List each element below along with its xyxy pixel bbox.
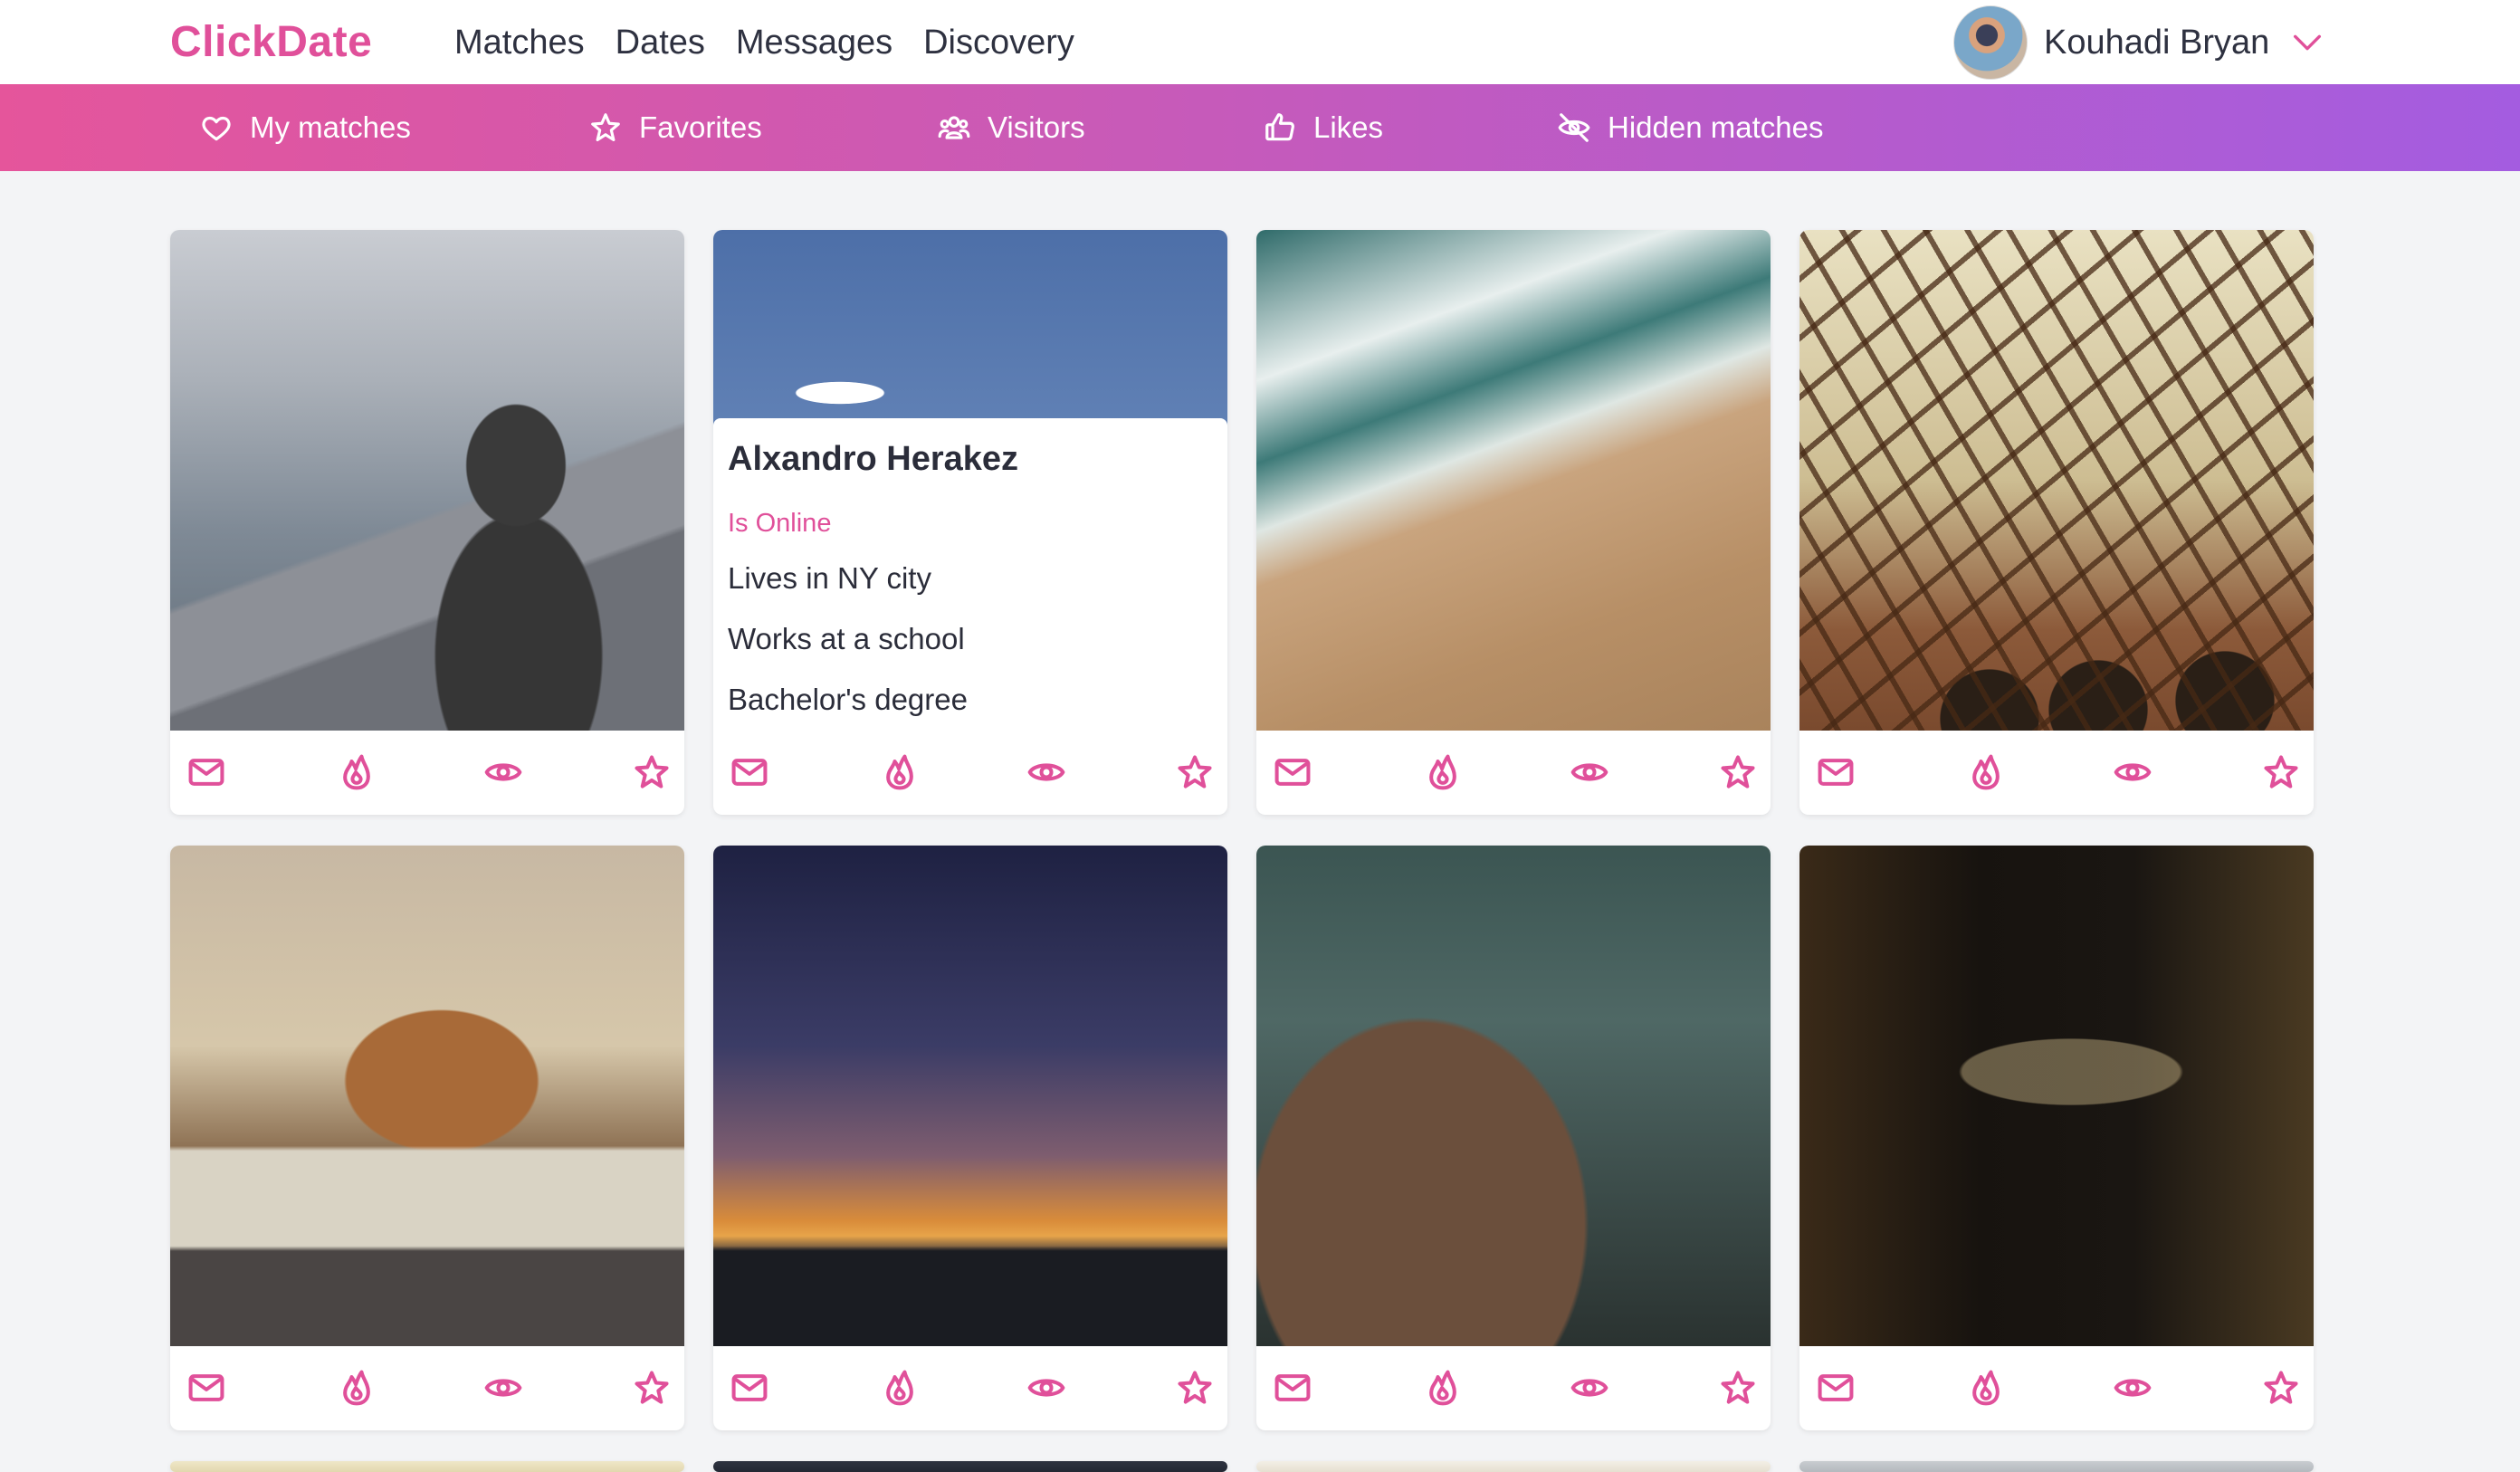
match-photo[interactable] (1256, 846, 1771, 1346)
nav-messages[interactable]: Messages (736, 11, 892, 74)
match-card[interactable] (170, 846, 684, 1430)
card-actions (1256, 731, 1771, 815)
avatar[interactable] (1953, 5, 2028, 80)
mail-icon[interactable] (185, 1366, 228, 1410)
match-card[interactable] (713, 1461, 1227, 1472)
match-photo[interactable] (1799, 230, 2314, 731)
fire-icon[interactable] (1421, 750, 1465, 794)
card-actions (1799, 731, 2314, 815)
mail-icon[interactable] (1271, 750, 1314, 794)
heart-icon (202, 116, 231, 141)
match-photo[interactable] (1256, 230, 1771, 731)
eye-icon[interactable] (2111, 750, 2154, 794)
mail-icon[interactable] (185, 750, 228, 794)
eye-icon[interactable] (2111, 1366, 2154, 1410)
card-actions (713, 1346, 1227, 1430)
subnav-hidden-matches[interactable]: Hidden matches (1557, 84, 1823, 171)
top-bar: ClickDate Matches Dates Messages Discove… (0, 0, 2520, 84)
eye-icon[interactable] (1568, 1366, 1611, 1410)
eye-off-icon (1558, 113, 1590, 142)
subnav-my-matches[interactable]: My matches (199, 84, 411, 171)
fire-icon[interactable] (335, 750, 378, 794)
match-photo[interactable] (170, 230, 684, 731)
subnav-favorites[interactable]: Favorites (588, 84, 762, 171)
match-card[interactable] (1256, 1461, 1771, 1472)
fire-icon[interactable] (1964, 750, 2008, 794)
eye-icon[interactable] (1568, 750, 1611, 794)
thumbs-up-icon (1265, 113, 1294, 141)
mail-icon[interactable] (1814, 750, 1857, 794)
top-nav: Matches Dates Messages Discovery (454, 11, 1105, 74)
star-icon[interactable] (630, 1366, 673, 1410)
star-icon[interactable] (1173, 750, 1217, 794)
fire-icon[interactable] (1421, 1366, 1465, 1410)
star-icon[interactable] (2259, 1366, 2303, 1410)
match-photo[interactable] (1799, 846, 2314, 1346)
users-icon (938, 116, 970, 139)
card-actions (713, 731, 1227, 815)
fire-icon[interactable] (1964, 1366, 2008, 1410)
mail-icon[interactable] (1271, 1366, 1314, 1410)
user-menu[interactable]: Kouhadi Bryan (1953, 5, 2325, 81)
fire-icon[interactable] (878, 1366, 921, 1410)
nav-matches[interactable]: Matches (454, 11, 585, 74)
card-actions (170, 1346, 684, 1430)
profile-detail-education: Bachelor's degree (728, 683, 968, 716)
match-card[interactable] (1799, 1461, 2314, 1472)
match-photo[interactable] (170, 846, 684, 1346)
profile-name[interactable]: Alxandro Herakez (728, 440, 1018, 479)
match-card[interactable] (170, 1461, 684, 1472)
user-name[interactable]: Kouhadi Bryan (2044, 5, 2269, 81)
sub-nav: My matches Favorites Visitors Likes Hidd… (0, 84, 2520, 171)
star-icon[interactable] (1173, 1366, 1217, 1410)
subnav-label: My matches (250, 110, 411, 144)
profile-detail-work: Works at a school (728, 622, 965, 655)
match-card[interactable] (170, 230, 684, 815)
nav-dates[interactable]: Dates (616, 11, 705, 74)
fire-icon[interactable] (878, 750, 921, 794)
star-icon[interactable] (630, 750, 673, 794)
eye-icon[interactable] (1025, 1366, 1068, 1410)
card-actions (170, 731, 684, 815)
subnav-label: Hidden matches (1608, 110, 1824, 144)
match-card[interactable] (1256, 846, 1771, 1430)
mail-icon[interactable] (1814, 1366, 1857, 1410)
match-photo[interactable] (713, 846, 1227, 1346)
match-card[interactable] (1799, 846, 2314, 1430)
match-card[interactable] (1256, 230, 1771, 815)
star-icon[interactable] (2259, 750, 2303, 794)
fire-icon[interactable] (335, 1366, 378, 1410)
star-icon[interactable] (1716, 750, 1760, 794)
subnav-label: Favorites (639, 110, 762, 144)
chevron-down-icon[interactable] (2289, 24, 2325, 61)
profile-detail-location: Lives in NY city (728, 561, 931, 595)
subnav-likes[interactable]: Likes (1263, 84, 1383, 171)
eye-icon[interactable] (1025, 750, 1068, 794)
eye-icon[interactable] (482, 1366, 525, 1410)
star-icon[interactable] (1716, 1366, 1760, 1410)
match-card[interactable] (1799, 230, 2314, 815)
app-logo[interactable]: ClickDate (170, 11, 372, 74)
eye-icon[interactable] (482, 750, 525, 794)
subnav-visitors[interactable]: Visitors (937, 84, 1085, 171)
match-card-expanded[interactable]: Alxandro Herakez Is Online Lives in NY c… (713, 230, 1227, 815)
star-icon (591, 113, 620, 142)
profile-info-panel: Alxandro Herakez Is Online Lives in NY c… (713, 418, 1227, 731)
nav-discovery[interactable]: Discovery (923, 11, 1074, 74)
mail-icon[interactable] (728, 750, 771, 794)
subnav-label: Visitors (988, 110, 1085, 144)
match-card[interactable] (713, 846, 1227, 1430)
card-actions (1799, 1346, 2314, 1430)
card-actions (1256, 1346, 1771, 1430)
online-status: Is Online (728, 509, 832, 538)
mail-icon[interactable] (728, 1366, 771, 1410)
subnav-label: Likes (1313, 110, 1384, 144)
